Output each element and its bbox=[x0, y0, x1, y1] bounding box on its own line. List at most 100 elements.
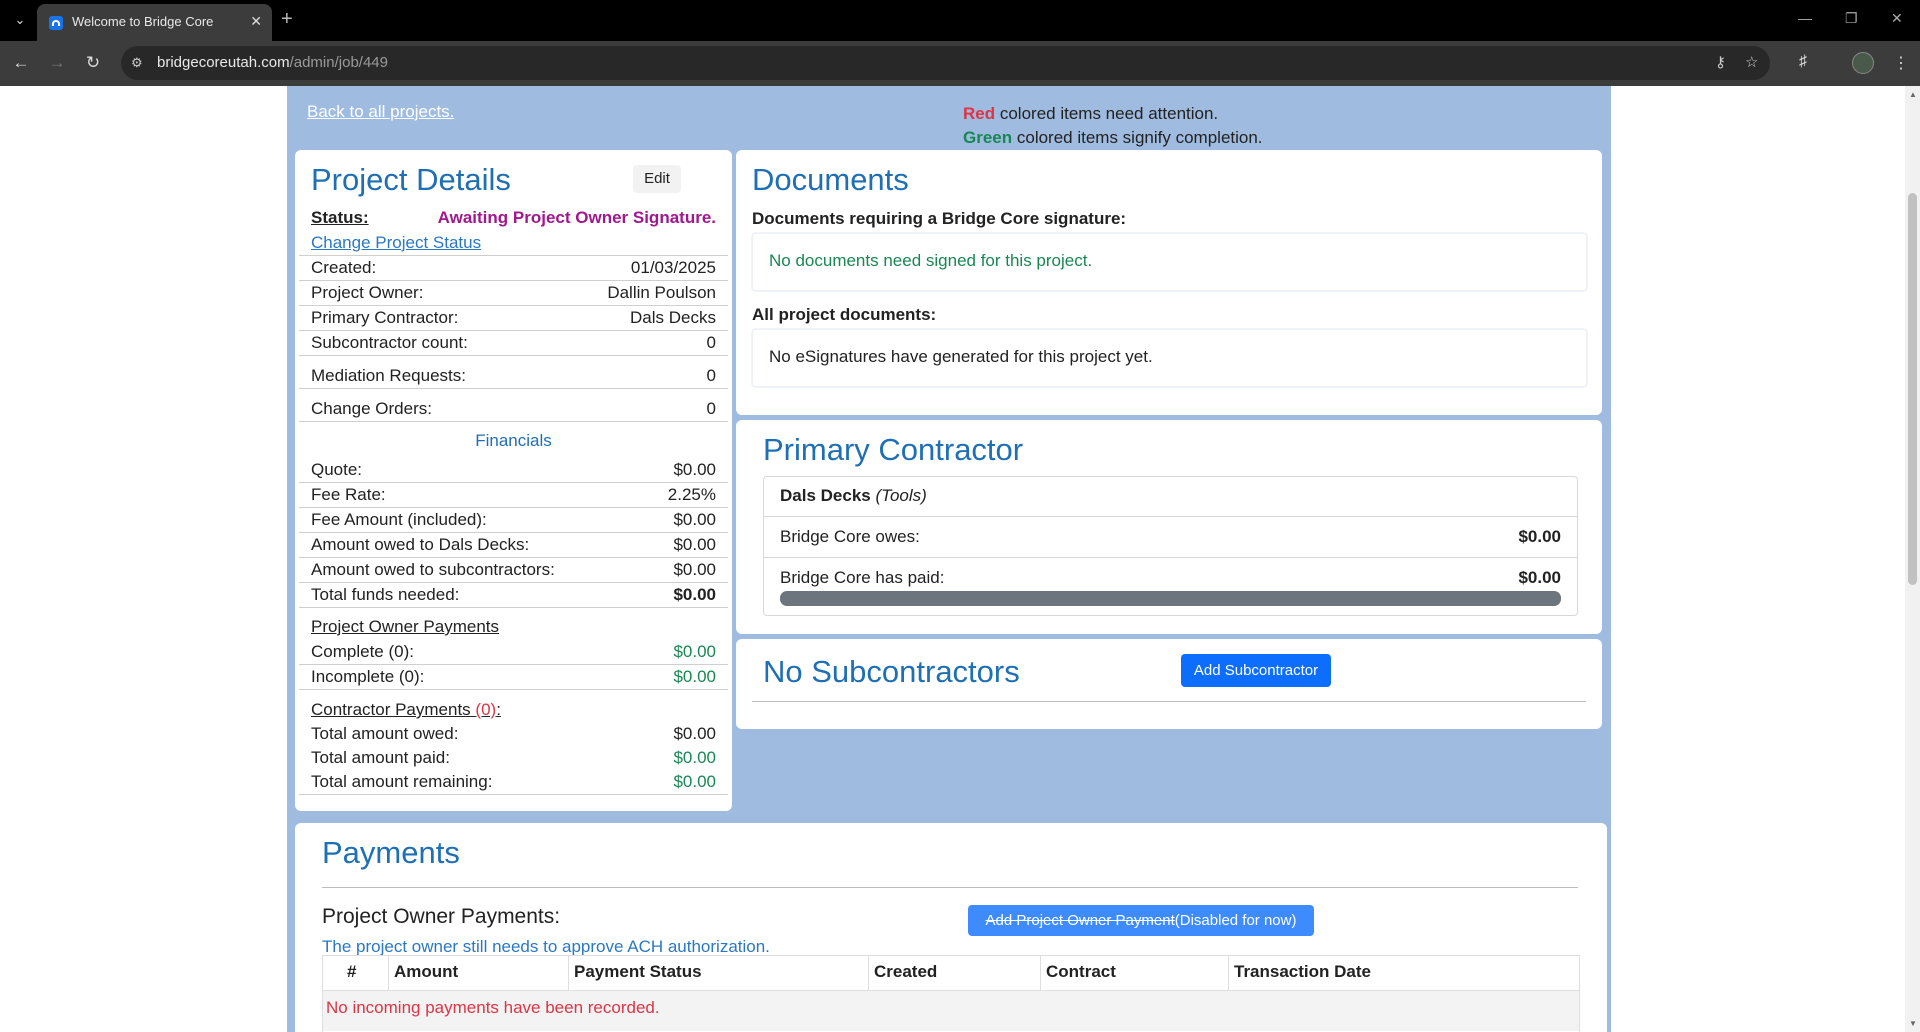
page-container: Back to all projects. Red colored items … bbox=[287, 86, 1611, 1032]
contractor-payments-colon: : bbox=[496, 700, 501, 719]
financial-value: 2.25% bbox=[667, 485, 716, 504]
financial-value: $0.00 bbox=[673, 460, 716, 479]
password-key-icon[interactable]: ⚷ bbox=[1715, 53, 1726, 71]
detail-row: Primary Contractor: Dals Decks bbox=[299, 308, 728, 331]
add-subcontractor-button[interactable]: Add Subcontractor bbox=[1181, 654, 1331, 687]
close-tab-icon[interactable]: ✕ bbox=[250, 13, 262, 29]
financial-label: Amount owed to Dals Decks: bbox=[311, 535, 530, 554]
detail-label: Primary Contractor: bbox=[311, 308, 459, 327]
owner-payments-heading: Project Owner Payments bbox=[311, 617, 500, 636]
profile-avatar[interactable] bbox=[1852, 52, 1874, 74]
contractor-payment-value: $0.00 bbox=[673, 724, 716, 743]
all-documents-box: No eSignatures have generated for this p… bbox=[752, 329, 1587, 387]
legend-green-text: colored items signify completion. bbox=[1012, 128, 1263, 147]
change-project-status-link[interactable]: Change Project Status bbox=[311, 233, 481, 253]
contractor-payment-row: Total amount owed: $0.00 bbox=[299, 724, 728, 746]
contractor-payment-row: Total amount remaining: $0.00 bbox=[299, 772, 728, 795]
back-to-projects-link[interactable]: Back to all projects. bbox=[307, 102, 454, 122]
extensions-icon[interactable]: ♯ bbox=[1799, 53, 1807, 71]
status-row: Status: Awaiting Project Owner Signature… bbox=[299, 208, 728, 230]
detail-row: Change Orders: 0 bbox=[299, 391, 728, 422]
detail-row: Mediation Requests: 0 bbox=[299, 358, 728, 389]
bookmark-star-icon[interactable]: ☆ bbox=[1745, 53, 1758, 71]
contractor-name-row: Dals Decks (Tools) bbox=[764, 477, 1577, 517]
owner-payment-label: Complete (0): bbox=[311, 642, 414, 661]
owner-payment-row: Incomplete (0): $0.00 bbox=[299, 667, 728, 690]
scroll-down-arrow-icon[interactable]: ▼ bbox=[1909, 1019, 1917, 1028]
site-info-icon[interactable]: ⚙ bbox=[131, 55, 143, 71]
contractor-payments-heading: Contractor Payments (0): bbox=[311, 700, 501, 720]
bridge-core-owes-row: Bridge Core owes: $0.00 bbox=[764, 517, 1577, 558]
documents-card: Documents Documents requiring a Bridge C… bbox=[736, 150, 1602, 415]
url-text: bridgecoreutah.com/admin/job/449 bbox=[157, 54, 388, 71]
contractor-payment-label: Total amount paid: bbox=[311, 748, 450, 767]
contractor-payments-heading-text: Contractor Payments bbox=[311, 700, 476, 719]
primary-contractor-title: Primary Contractor bbox=[763, 432, 1024, 467]
owner-payment-value: $0.00 bbox=[673, 667, 716, 686]
documents-title: Documents bbox=[752, 162, 909, 197]
detail-row: Created: 01/03/2025 bbox=[299, 258, 728, 281]
scroll-up-arrow-icon[interactable]: ▲ bbox=[1909, 90, 1917, 99]
owner-payment-value: $0.00 bbox=[673, 642, 716, 661]
tab-search-icon[interactable]: ⌄ bbox=[9, 9, 31, 31]
primary-contractor-card: Primary Contractor Dals Decks (Tools) Br… bbox=[736, 420, 1602, 634]
financial-label: Quote: bbox=[311, 460, 363, 479]
financial-row: Fee Amount (included): $0.00 bbox=[299, 510, 728, 533]
contractor-payment-value: $0.00 bbox=[673, 772, 716, 791]
all-documents-heading: All project documents: bbox=[752, 305, 937, 324]
financial-row: Amount owed to subcontractors: $0.00 bbox=[299, 560, 728, 583]
page-viewport: Back to all projects. Red colored items … bbox=[0, 86, 1905, 1032]
financial-row: Amount owed to Dals Decks: $0.00 bbox=[299, 535, 728, 558]
detail-label: Project Owner: bbox=[311, 283, 424, 302]
detail-label: Created: bbox=[311, 258, 377, 277]
window-close-icon[interactable]: ✕ bbox=[1891, 10, 1903, 27]
add-owner-payment-button[interactable]: Add Project Owner Payment(Disabled for n… bbox=[968, 905, 1314, 936]
new-tab-icon[interactable]: + bbox=[281, 8, 293, 30]
browser-menu-icon[interactable]: ⋮ bbox=[1893, 53, 1909, 73]
paid-value: $0.00 bbox=[1518, 568, 1561, 587]
financial-row: Quote: $0.00 bbox=[299, 460, 728, 483]
detail-label: Change Orders: bbox=[311, 399, 432, 418]
table-header-transaction-date: Transaction Date bbox=[1228, 956, 1579, 990]
table-header-payment-status: Payment Status bbox=[568, 956, 868, 990]
address-bar[interactable]: ⚙ bridgecoreutah.com/admin/job/449 ⚷ ☆ bbox=[121, 46, 1770, 80]
ach-authorization-note: The project owner still needs to approve… bbox=[322, 937, 770, 956]
financial-row: Total funds needed: $0.00 bbox=[299, 585, 728, 608]
detail-value: 0 bbox=[706, 366, 716, 385]
legend-green-word: Green bbox=[963, 128, 1013, 147]
financial-label: Fee Rate: bbox=[311, 485, 386, 504]
back-icon[interactable]: ← bbox=[10, 53, 32, 73]
financial-value: $0.00 bbox=[673, 535, 716, 554]
status-value: Awaiting Project Owner Signature. bbox=[437, 208, 716, 227]
detail-label: Mediation Requests: bbox=[311, 366, 466, 385]
all-documents-message: No eSignatures have generated for this p… bbox=[769, 347, 1153, 366]
detail-value: Dals Decks bbox=[630, 308, 716, 327]
project-details-card: Project Details Edit Status: Awaiting Pr… bbox=[295, 150, 732, 811]
project-details-title: Project Details bbox=[311, 162, 511, 197]
owner-payments-table: # Amount Payment Status Created Contract… bbox=[322, 955, 1580, 1032]
financial-row: Fee Rate: 2.25% bbox=[299, 485, 728, 508]
browser-tab[interactable]: Welcome to Bridge Core ✕ bbox=[37, 4, 272, 41]
change-status-row: Change Project Status bbox=[299, 233, 728, 256]
restore-icon[interactable]: ❐ bbox=[1845, 10, 1858, 27]
owes-label: Bridge Core owes: bbox=[780, 527, 920, 546]
page-scrollbar[interactable]: ▲ ▼ bbox=[1905, 86, 1920, 1032]
detail-value: 0 bbox=[706, 333, 716, 352]
paid-label: Bridge Core has paid: bbox=[780, 568, 945, 587]
scroll-thumb[interactable] bbox=[1908, 193, 1917, 585]
reload-icon[interactable]: ↻ bbox=[82, 53, 104, 73]
minimize-icon[interactable]: — bbox=[1798, 10, 1812, 26]
financial-label: Total funds needed: bbox=[311, 585, 460, 604]
forward-icon[interactable]: → bbox=[46, 53, 68, 73]
contractor-payment-row: Total amount paid: $0.00 bbox=[299, 748, 728, 770]
payments-title: Payments bbox=[322, 835, 460, 870]
detail-row: Subcontractor count: 0 bbox=[299, 333, 728, 356]
add-owner-payment-label: Add Project Owner Payment bbox=[985, 912, 1175, 929]
contractor-name-line: Dals Decks (Tools) bbox=[780, 486, 927, 506]
legend-red-word: Red bbox=[963, 104, 996, 123]
bridge-core-paid-row: Bridge Core has paid: $0.00 bbox=[764, 558, 1577, 588]
financial-value: $0.00 bbox=[673, 510, 716, 529]
edit-button[interactable]: Edit bbox=[633, 165, 681, 193]
subcontractors-title: No Subcontractors bbox=[763, 654, 1020, 689]
browser-toolbar: ← → ↻ ⚙ bridgecoreutah.com/admin/job/449… bbox=[0, 41, 1920, 86]
